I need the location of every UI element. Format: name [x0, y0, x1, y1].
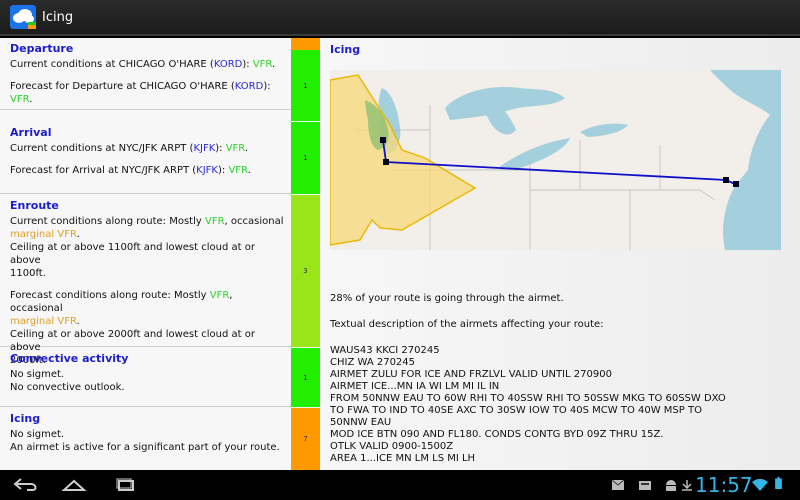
departure-current: Current conditions at CHICAGO O'HARE (KO… — [10, 59, 276, 70]
departure-title: Departure — [10, 42, 74, 55]
recent-apps-button[interactable] — [106, 470, 146, 500]
departure-forecast: Forecast for Departure at CHICAGO O'HARE… — [10, 81, 271, 105]
home-button[interactable] — [54, 470, 94, 500]
airmet-line: TO FWA TO IND TO 40SE AXC TO 30SW IOW TO… — [330, 405, 702, 416]
departure-airport-marker[interactable] — [383, 159, 389, 165]
airmet-line: MOD ICE BTN 090 AND FL180. CONDS CONTG B… — [330, 429, 664, 440]
enroute-rating: 3 — [291, 195, 320, 347]
departure-section[interactable]: Departure Current conditions at CHICAGO … — [0, 38, 291, 110]
battery-icon — [775, 477, 782, 489]
storage-icon — [639, 481, 651, 490]
content-area: Departure Current conditions at CHICAGO … — [0, 38, 800, 470]
app-cloud-icon[interactable] — [10, 5, 36, 29]
enroute-forecast: Forecast conditions along route: Mostly … — [10, 290, 233, 327]
arrival-forecast: Forecast for Arrival at NYC/JFK ARPT (KJ… — [10, 165, 251, 176]
icing-sigmet: No sigmet. — [10, 429, 65, 440]
recent-apps-icon — [116, 478, 134, 491]
route-percent-text: 28% of your route is going through the a… — [330, 293, 564, 304]
system-nav-bar: 11:57 — [0, 470, 800, 500]
convective-rating: 1 — [291, 348, 320, 407]
airmet-line: AIRMET ICE...MN IA WI LM MI IL IN — [330, 381, 500, 392]
airmet-text-block: WAUS43 KKCI 270245 CHIZ WA 270245 AIRMET… — [330, 345, 726, 465]
convective-title: Convective activity — [10, 352, 129, 365]
download-icon — [682, 480, 692, 491]
icing-title: Icing — [10, 412, 41, 425]
airmet-line: FROM 50NNW EAU TO 60W RHI TO 40SSW RHI T… — [330, 393, 726, 404]
action-bar: Icing — [0, 0, 800, 36]
gmail-icon — [611, 479, 625, 490]
arrival-section[interactable]: Arrival Current conditions at NYC/JFK AR… — [0, 122, 291, 194]
home-icon — [61, 479, 87, 491]
icing-rating: 7 — [291, 408, 320, 470]
airmet-line: 50NNW EAU — [330, 417, 392, 428]
convective-sigmet: No sigmet. — [10, 369, 65, 380]
wifi-icon — [752, 479, 768, 491]
departure-rating: 1 — [291, 50, 320, 121]
detail-title: Icing — [330, 43, 361, 56]
arrival-current: Current conditions at NYC/JFK ARPT (KJFK… — [10, 143, 249, 154]
summary-list[interactable]: Departure Current conditions at CHICAGO … — [0, 38, 291, 470]
arrival-title: Arrival — [10, 126, 52, 139]
enroute-current-ceiling: Ceiling at or above 1100ft and lowest cl… — [10, 242, 255, 279]
back-button[interactable] — [6, 470, 46, 500]
app-title: Icing — [42, 9, 74, 25]
airmet-line: WAUS43 KKCI 270245 — [330, 345, 440, 356]
enroute-section[interactable]: Enroute Current conditions along route: … — [0, 195, 291, 366]
airmet-description-label: Textual description of the airmets affec… — [330, 319, 604, 330]
airmet-line: CHIZ WA 270245 — [330, 357, 416, 368]
airmet-line: AIRMET ZULU FOR ICE AND FRZLVL VALID UNT… — [330, 369, 612, 380]
rating-column: 1 1 3 1 7 — [291, 38, 320, 470]
enroute-title: Enroute — [10, 199, 59, 212]
rating-header — [291, 38, 320, 50]
route-waypoint-marker[interactable] — [380, 137, 386, 143]
status-clock: 11:57 — [695, 473, 753, 497]
arrival-rating: 1 — [291, 122, 320, 194]
back-icon — [13, 478, 37, 491]
airmet-line: OTLK VALID 0900-1500Z — [330, 441, 454, 452]
route-map[interactable] — [330, 70, 781, 250]
icing-section[interactable]: Icing No sigmet. An airmet is active for… — [0, 408, 291, 470]
convective-section[interactable]: Convective activity No sigmet. No convec… — [0, 348, 291, 407]
arrival-airport-marker[interactable] — [733, 181, 739, 187]
icing-airmet: An airmet is active for a significant pa… — [10, 442, 280, 453]
enroute-current: Current conditions along route: Mostly V… — [10, 216, 284, 240]
route-waypoint-marker[interactable] — [723, 177, 729, 183]
convective-outlook: No convective outlook. — [10, 382, 125, 393]
android-icon — [666, 480, 676, 491]
airmet-line: AREA 1...ICE MN LM LS MI LH — [330, 453, 476, 464]
detail-pane[interactable]: Icing 28% of your route is going through… — [320, 38, 800, 470]
